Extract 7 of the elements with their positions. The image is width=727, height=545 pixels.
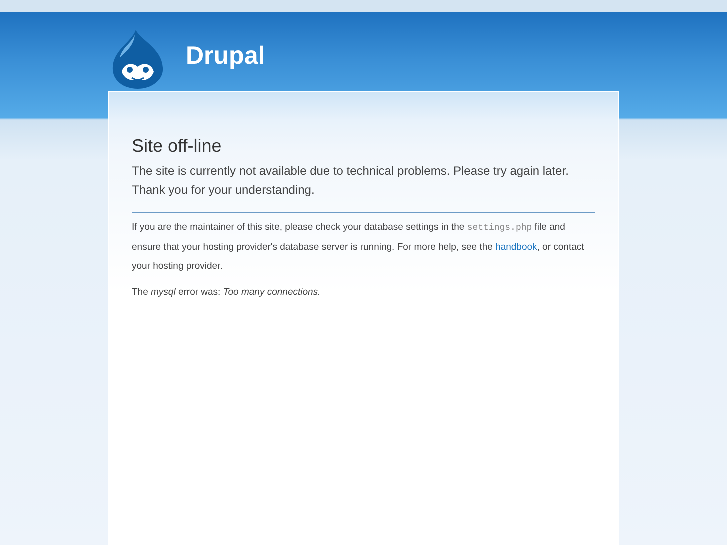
drop-logo-icon [110, 28, 166, 90]
site-name: Drupal [186, 42, 266, 70]
maintainer-note: If you are the maintainer of this site, please check your database settings in the settings.php file and ensure that your hosting provider's database server is running. For more help, see the handbook, or contact your hosting provider. [132, 221, 586, 274]
handbook-link[interactable]: handbook [496, 242, 538, 253]
offline-message: The site is currently not available due to technical problems. Please try again later. Thank you for your understanding. [132, 163, 570, 199]
page-title: Site off-line [132, 136, 223, 157]
error-message: The mysql error was: Too many connections. [132, 287, 322, 298]
